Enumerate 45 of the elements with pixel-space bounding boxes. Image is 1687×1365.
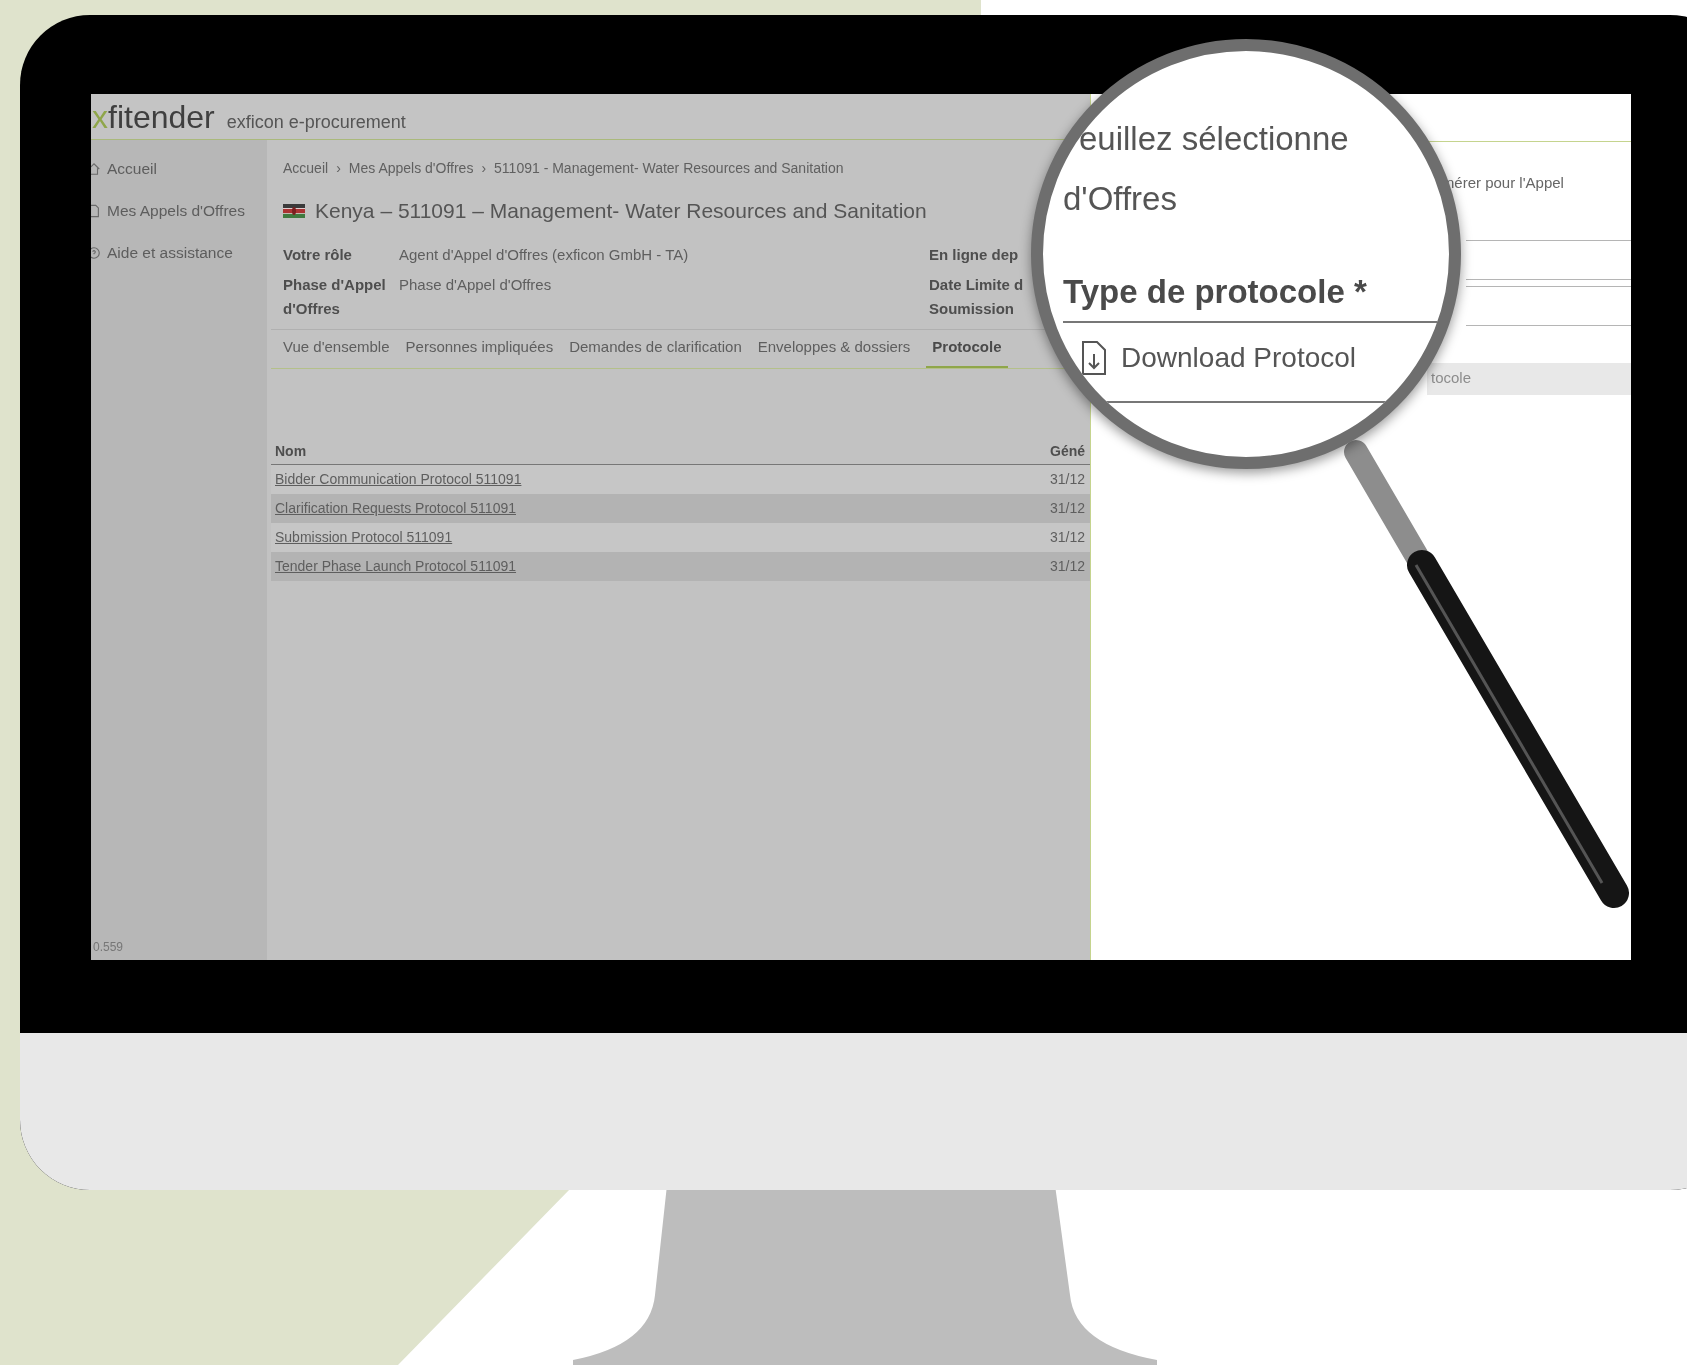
info-label: Date Limite d Soumission (929, 274, 1025, 319)
tab[interactable]: Demandes de clarification (569, 329, 742, 368)
home-icon (91, 162, 101, 176)
protocol-link[interactable]: Tender Phase Launch Protocol 511091 (275, 557, 517, 574)
tab[interactable]: Personnes impliquées (405, 329, 554, 368)
breadcrumb-separator: › (336, 159, 341, 178)
sidebar-item[interactable]: Aide et assistance (91, 232, 267, 274)
generate-button[interactable]: tocole (1427, 362, 1631, 395)
page-title: Kenya – 511091 – Management- Water Resources and Sanitation (315, 198, 927, 224)
logo: xfitender (91, 101, 215, 133)
tab[interactable]: Enveloppes & dossiers (757, 329, 911, 368)
breadcrumb-link[interactable]: 511091 - Management- Water Resources and Sanitation (494, 158, 844, 179)
info-label: Phase d'Appel d'Offres (283, 274, 387, 319)
info-value: Agent d'Appel d'Offres (exficon GmbH - TA) (399, 244, 690, 265)
table-cell-text: 31/12 (1050, 498, 1087, 518)
sidebar-item[interactable]: Accueil (91, 148, 267, 190)
help-icon (91, 246, 101, 260)
protocol-link[interactable]: Bidder Communication Protocol 511091 (275, 470, 522, 487)
info-value: Phase d'Appel d'Offres (399, 274, 553, 295)
column-header: Nom (274, 441, 308, 461)
file-download-icon (1081, 339, 1107, 376)
protocol-link[interactable]: Submission Protocol 511091 (275, 528, 453, 545)
table-cell-text: 31/12 (1050, 469, 1087, 489)
tab[interactable]: Vue d'ensemble (283, 329, 390, 368)
sidebar-item[interactable]: Mes Appels d'Offres (91, 190, 267, 232)
input-field[interactable] (1466, 239, 1631, 280)
info-label: Votre rôle (283, 244, 353, 265)
info-label: En ligne dep (929, 244, 1020, 265)
breadcrumb-separator: › (481, 159, 487, 178)
magnified-field-label: Type de protocole * (1063, 273, 1367, 310)
document-icon (91, 204, 101, 218)
version-number: 0.559 (92, 939, 125, 956)
column-header: Géné (1050, 441, 1086, 461)
flag-icon (283, 203, 305, 218)
download-link[interactable]: Download Protocol (1121, 336, 1357, 379)
product-name: exficon e-procurement (226, 113, 406, 133)
breadcrumb-link[interactable]: Accueil (283, 158, 329, 179)
magnified-text: d'Offres (1063, 179, 1178, 219)
magnified-text: euillez sélectionne (1079, 119, 1350, 159)
breadcrumb-link[interactable]: Mes Appels d'Offres (348, 158, 474, 179)
table-cell-text: 31/12 (1050, 527, 1087, 547)
table-cell-text: 31/12 (1050, 556, 1087, 576)
protocol-link[interactable]: Clarification Requests Protocol 511091 (275, 499, 516, 516)
tab[interactable]: Protocole (926, 329, 1008, 368)
input-field[interactable] (1466, 285, 1631, 326)
